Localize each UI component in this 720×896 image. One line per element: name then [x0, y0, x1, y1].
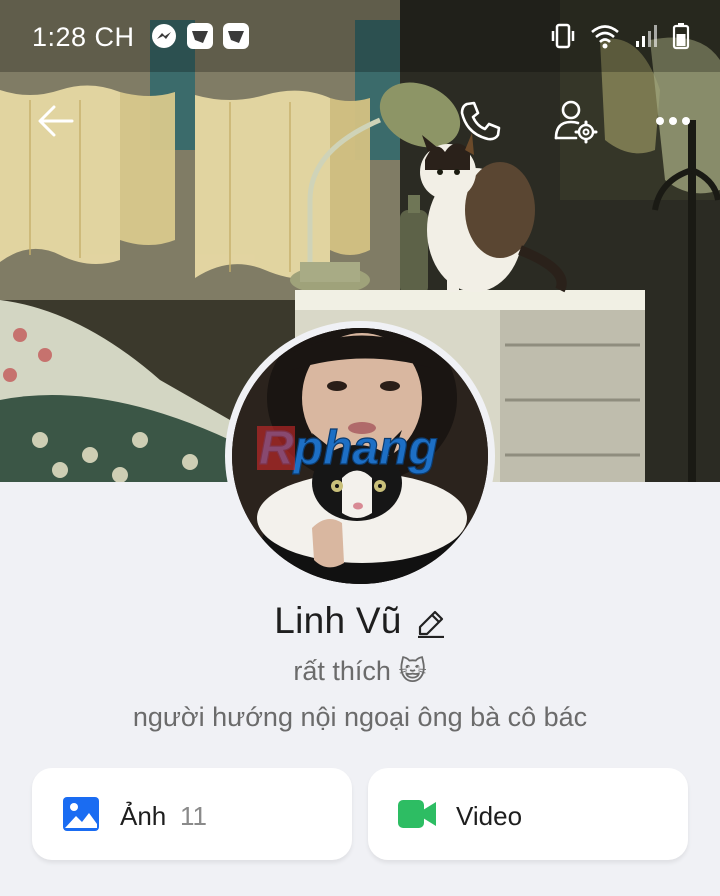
system-icons [550, 22, 690, 50]
app-notification-icon [223, 23, 249, 49]
status-time: 1:28 CH [32, 22, 135, 52]
video-icon [398, 800, 436, 828]
watermark-logo: Rphang [257, 421, 438, 476]
video-label: Video [456, 801, 523, 831]
profile-name: Linh Vũ [274, 600, 402, 641]
battery-icon [672, 23, 690, 50]
profile-name-row: Linh Vũ [0, 600, 720, 642]
more-icon[interactable] [650, 98, 696, 144]
app-notification-icon [187, 23, 213, 49]
edit-pencil-icon[interactable] [416, 608, 446, 638]
profile-bio: người hướng nội ngoại ông bà cô bác [132, 702, 588, 732]
back-arrow-icon[interactable] [34, 98, 80, 144]
video-button[interactable]: Video [368, 768, 688, 860]
wifi-icon [591, 25, 619, 49]
notification-icons [150, 22, 250, 50]
phone-icon[interactable] [457, 98, 503, 144]
messenger-icon [152, 24, 176, 48]
user-settings-icon[interactable] [552, 98, 598, 144]
photos-button[interactable]: Ảnh 11 [32, 768, 352, 860]
photos-icon [63, 797, 99, 831]
signal-icon [636, 25, 657, 47]
profile-status: rất thích 😺 [293, 656, 427, 686]
photos-label: Ảnh [120, 801, 167, 831]
status-bar: 1:28 CH [0, 0, 720, 72]
vibrate-icon [551, 23, 575, 49]
photos-count: 11 [180, 801, 207, 831]
